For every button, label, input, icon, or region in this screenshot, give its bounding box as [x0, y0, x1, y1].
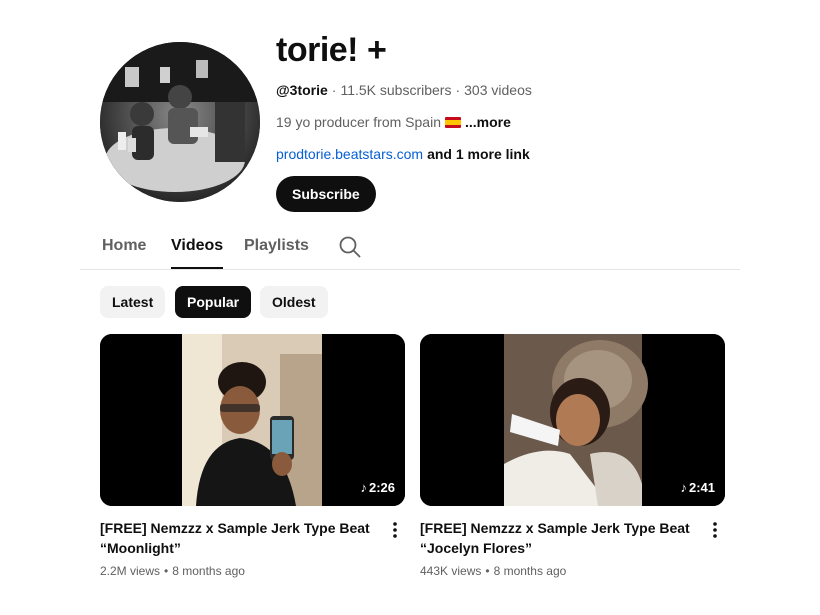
channel-link[interactable]: prodtorie.beatstars.com — [276, 146, 423, 162]
more-links-button[interactable]: and 1 more link — [427, 146, 530, 162]
channel-links: prodtorie.beatstars.com and 1 more link — [276, 144, 532, 164]
upload-age: 8 months ago — [493, 564, 567, 578]
channel-avatar[interactable] — [100, 42, 260, 202]
video-duration: ♪ 2:41 — [680, 480, 715, 495]
video-thumbnail[interactable]: ♪ 2:26 — [100, 334, 405, 506]
video-duration: ♪ 2:26 — [360, 480, 395, 495]
chip-oldest[interactable]: Oldest — [260, 286, 328, 318]
meta-dot: • — [164, 564, 169, 578]
video-meta: 443K views • 8 months ago — [420, 562, 725, 580]
music-note-icon: ♪ — [680, 480, 687, 495]
video-card[interactable]: ♪ 2:26 [FREE] Nemzzz x Sample Jerk Type B… — [100, 334, 405, 580]
view-count: 2.2M views — [100, 564, 161, 578]
tab-home[interactable]: Home — [102, 236, 146, 256]
meta-separator: · — [331, 82, 337, 98]
video-title[interactable]: [FREE] Nemzzz x Sample Jerk Type Beat “M… — [100, 518, 370, 558]
search-icon[interactable] — [338, 235, 362, 259]
chip-latest[interactable]: Latest — [100, 286, 166, 318]
video-card[interactable]: ♪ 2:41 [FREE] Nemzzz x Sample Jerk Type B… — [420, 334, 725, 580]
tab-playlists[interactable]: Playlists — [244, 236, 309, 256]
view-count: 443K views — [420, 564, 482, 578]
channel-meta: @3torie · 11.5K subscribers · 303 videos — [276, 80, 532, 100]
video-title[interactable]: [FREE] Nemzzz x Sample Jerk Type Beat “J… — [420, 518, 690, 558]
meta-dot: • — [485, 564, 490, 578]
chip-popular[interactable]: Popular — [175, 286, 252, 318]
channel-tabs: Home Videos Playlists — [80, 226, 740, 270]
channel-name: torie! + — [276, 31, 387, 69]
channel-description[interactable]: 19 yo producer from Spain ...more — [276, 112, 532, 132]
description-more-link[interactable]: ...more — [465, 114, 511, 130]
subscribe-button[interactable]: Subscribe — [276, 176, 376, 212]
music-note-icon: ♪ — [360, 480, 367, 495]
channel-handle: @3torie — [276, 82, 328, 98]
channel-info: torie! + @3torie · 11.5K subscribers · 303 v… — [276, 30, 532, 212]
video-meta: 2.2M views • 8 months ago — [100, 562, 405, 580]
meta-separator: · — [455, 82, 461, 98]
description-text: 19 yo producer from Spain — [276, 114, 441, 130]
subscriber-count: 11.5K subscribers — [340, 82, 452, 98]
spain-flag-icon — [444, 117, 461, 128]
video-count: 303 videos — [464, 82, 532, 98]
video-thumbnail[interactable]: ♪ 2:41 — [420, 334, 725, 506]
more-vert-icon[interactable] — [385, 520, 405, 540]
upload-age: 8 months ago — [172, 564, 245, 578]
more-vert-icon[interactable] — [705, 520, 725, 540]
tab-videos[interactable]: Videos — [171, 236, 224, 269]
